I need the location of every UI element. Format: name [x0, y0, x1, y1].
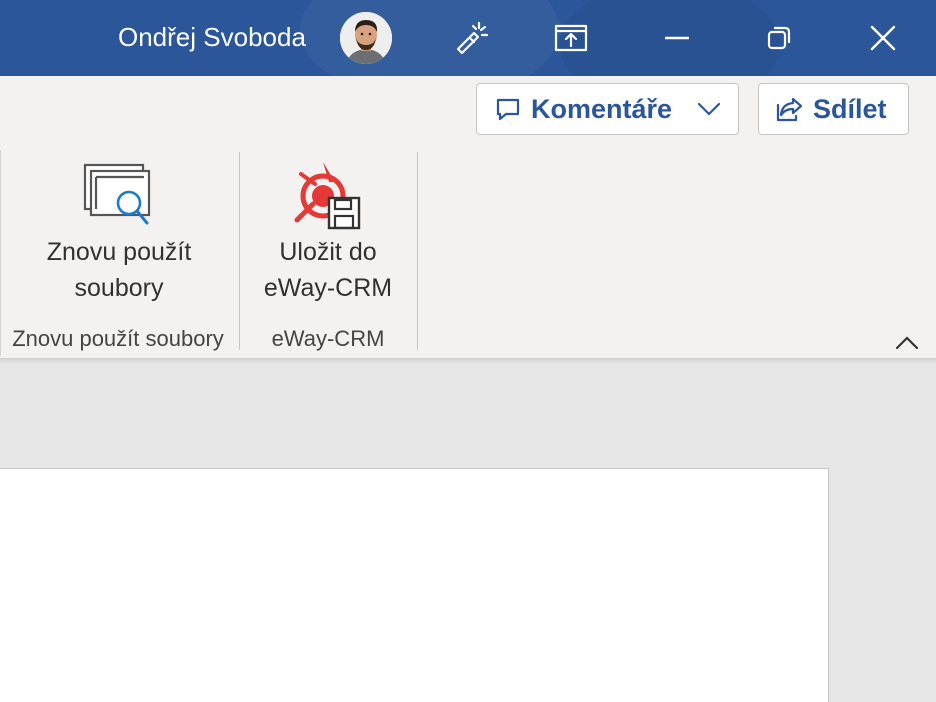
title-bar-texture: [300, 0, 560, 76]
restore-icon[interactable]: [755, 14, 803, 62]
reuse-files-button[interactable]: Znovu použít soubory: [20, 158, 218, 306]
magic-wand-icon[interactable]: [446, 14, 494, 62]
save-to-eway-crm-button[interactable]: Uložit do eWay-CRM: [244, 158, 412, 306]
title-bar: Ondřej Svoboda: [0, 0, 936, 76]
share-icon: [775, 96, 803, 122]
reuse-files-label-line1: Znovu použít: [46, 238, 192, 266]
group-separator: [417, 152, 418, 350]
chevron-down-icon[interactable]: [696, 101, 722, 117]
share-button[interactable]: Sdílet: [758, 83, 909, 135]
ribbon-display-options-icon[interactable]: [547, 14, 595, 62]
avatar[interactable]: [340, 12, 392, 64]
share-label: Sdílet: [813, 93, 887, 124]
document-page[interactable]: [0, 468, 829, 702]
ribbon-shadow: [0, 358, 936, 364]
save-to-eway-label-line1: Uložit do: [279, 238, 377, 266]
group-label-reuse-files: Znovu použít soubory: [12, 326, 224, 351]
reuse-files-label-line2: soubory: [74, 274, 164, 302]
group-label-eway-crm: eWay-CRM: [271, 326, 385, 351]
save-to-eway-label-line2: eWay-CRM: [263, 274, 393, 302]
minimize-icon[interactable]: [653, 14, 701, 62]
close-icon[interactable]: [859, 14, 907, 62]
collapse-ribbon-button[interactable]: [890, 330, 924, 356]
comments-button[interactable]: Komentáře: [476, 83, 739, 135]
comment-icon: [495, 96, 521, 122]
reuse-files-icon: [83, 158, 155, 234]
comments-label: Komentáře: [531, 93, 673, 124]
group-separator: [239, 152, 240, 350]
eway-crm-save-icon: [291, 158, 365, 234]
user-name[interactable]: Ondřej Svoboda: [118, 22, 306, 53]
